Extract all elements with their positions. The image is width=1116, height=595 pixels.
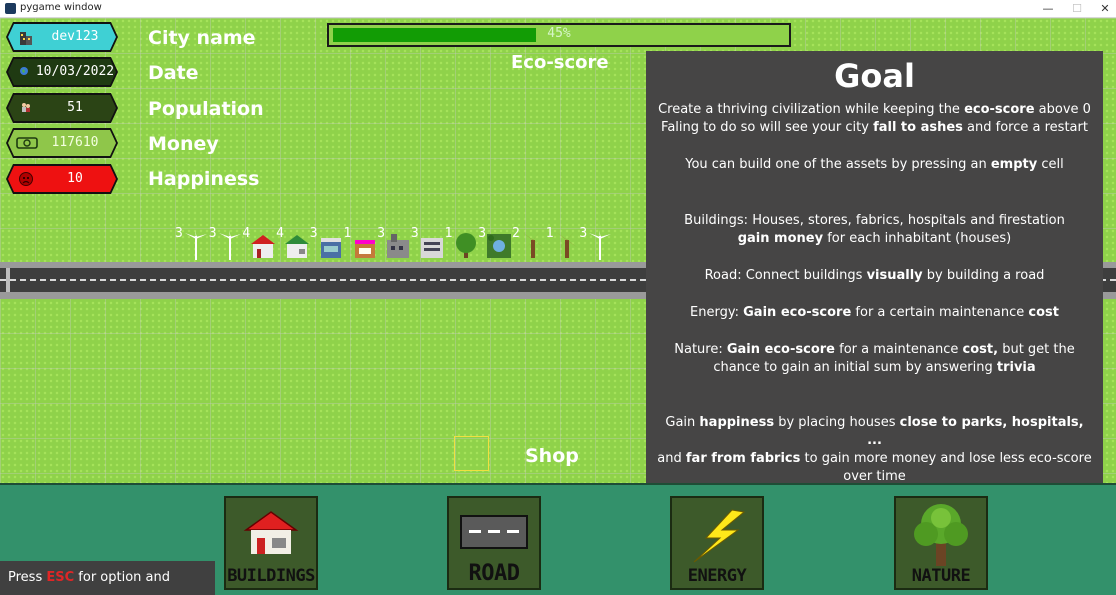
goal-panel: Goal Create a thriving civilization whil… xyxy=(646,51,1103,484)
goal-nature: Nature: Gain eco-score for a maintenance… xyxy=(674,342,1075,375)
date-value: 10/03/2022 xyxy=(35,64,115,79)
shop-energy-button[interactable]: ENERGY xyxy=(670,496,764,590)
game-canvas[interactable]: dev123 City name 10/03/2022 Date 51 Popu… xyxy=(0,18,1116,595)
people-icon xyxy=(22,103,30,112)
shop-energy-label: ENERGY xyxy=(687,566,747,586)
shop-road-label: ROAD xyxy=(468,561,520,586)
shop-buildings-label: BUILDINGS xyxy=(227,566,315,586)
tree-icon xyxy=(453,230,479,260)
asset-count: 1 xyxy=(444,226,453,241)
windmill-icon xyxy=(520,230,546,260)
city-name-badge: dev123 xyxy=(6,22,118,52)
asset-count: 4 xyxy=(242,226,251,241)
window-title: pygame window xyxy=(20,2,102,13)
goal-happiness: Gain happiness by placing houses close t… xyxy=(657,415,1092,484)
population-badge: 51 xyxy=(6,93,118,123)
city-name-value: dev123 xyxy=(51,29,99,44)
population-label: Population xyxy=(148,98,264,120)
city-building-icon xyxy=(20,32,32,45)
wind-turbine-icon xyxy=(587,230,613,260)
happiness-label: Happiness xyxy=(148,168,260,190)
road-icon xyxy=(460,515,528,549)
money-label: Money xyxy=(148,133,219,155)
goal-buildings: Buildings: Houses, stores, fabrics, hosp… xyxy=(684,213,1065,246)
eco-score-label: Eco-score xyxy=(511,52,609,73)
date-badge: 10/03/2022 xyxy=(6,57,118,87)
asset-count: 3 xyxy=(175,226,183,241)
shop-nature-button[interactable]: NATURE xyxy=(894,496,988,590)
shop-nature-label: NATURE xyxy=(911,566,971,586)
asset-count: 4 xyxy=(276,226,284,241)
esc-key-label: ESC xyxy=(46,570,75,585)
tree-icon xyxy=(914,504,968,566)
house-green-icon xyxy=(284,230,310,260)
goal-road: Road: Connect buildings visually by buil… xyxy=(704,268,1045,283)
selected-cell[interactable] xyxy=(454,436,489,471)
wind-turbine-icon xyxy=(217,230,243,260)
shop-icon xyxy=(352,230,378,260)
city-name-label: City name xyxy=(148,27,256,49)
population-value: 51 xyxy=(67,100,83,115)
asset-count: 1 xyxy=(343,226,352,241)
date-label: Date xyxy=(148,62,199,84)
road-end xyxy=(6,268,10,292)
globe-icon xyxy=(20,67,28,75)
asset-count: 3 xyxy=(579,226,588,241)
asset-count: 3 xyxy=(309,226,318,241)
eco-score-bar: 45% xyxy=(327,23,791,47)
close-button[interactable]: ✕ xyxy=(1090,0,1116,17)
money-badge: 117610 xyxy=(6,128,118,158)
windmill-icon xyxy=(554,230,580,260)
happiness-value: 10 xyxy=(67,171,83,186)
wind-turbine-icon xyxy=(183,230,209,260)
happiness-badge: 10 xyxy=(6,164,118,194)
eco-score-percent: 45% xyxy=(547,26,571,41)
maximize-button[interactable]: ☐ xyxy=(1062,0,1092,17)
park-icon xyxy=(486,230,512,260)
asset-count: 3 xyxy=(478,226,487,241)
goal-line-2: Faling to do so will see your city fall … xyxy=(661,120,1088,135)
esc-hint: Press ESC for option and saving xyxy=(0,561,215,595)
window-titlebar: pygame window — ☐ ✕ xyxy=(0,0,1116,18)
shop-road-button[interactable]: ROAD xyxy=(447,496,541,590)
asset-count: 1 xyxy=(545,226,554,241)
goal-line-1: Create a thriving civilization while kee… xyxy=(658,102,1091,117)
shop-bar: BUILDINGS ROAD ENERGY NATURE Press ESC f… xyxy=(0,483,1116,595)
house-icon xyxy=(243,511,299,554)
asset-count: 3 xyxy=(208,226,217,241)
pygame-app-icon xyxy=(5,3,16,14)
house-red-icon xyxy=(250,230,276,260)
shop-buildings-button[interactable]: BUILDINGS xyxy=(224,496,318,590)
lightning-icon xyxy=(693,509,746,563)
money-value: 117610 xyxy=(51,135,99,150)
goal-title: Goal xyxy=(834,57,915,95)
minimize-button[interactable]: — xyxy=(1033,0,1063,17)
store-icon xyxy=(318,230,344,260)
asset-count: 3 xyxy=(377,226,386,241)
asset-count: 3 xyxy=(410,226,419,241)
goal-line-3: You can build one of the assets by press… xyxy=(685,157,1064,172)
shop-label: Shop xyxy=(525,445,579,467)
angry-face-icon xyxy=(19,172,33,186)
hospital-icon xyxy=(419,230,445,260)
factory-icon xyxy=(385,230,411,260)
goal-energy: Energy: Gain eco-score for a certain mai… xyxy=(690,305,1059,320)
asset-count: 2 xyxy=(512,226,520,241)
